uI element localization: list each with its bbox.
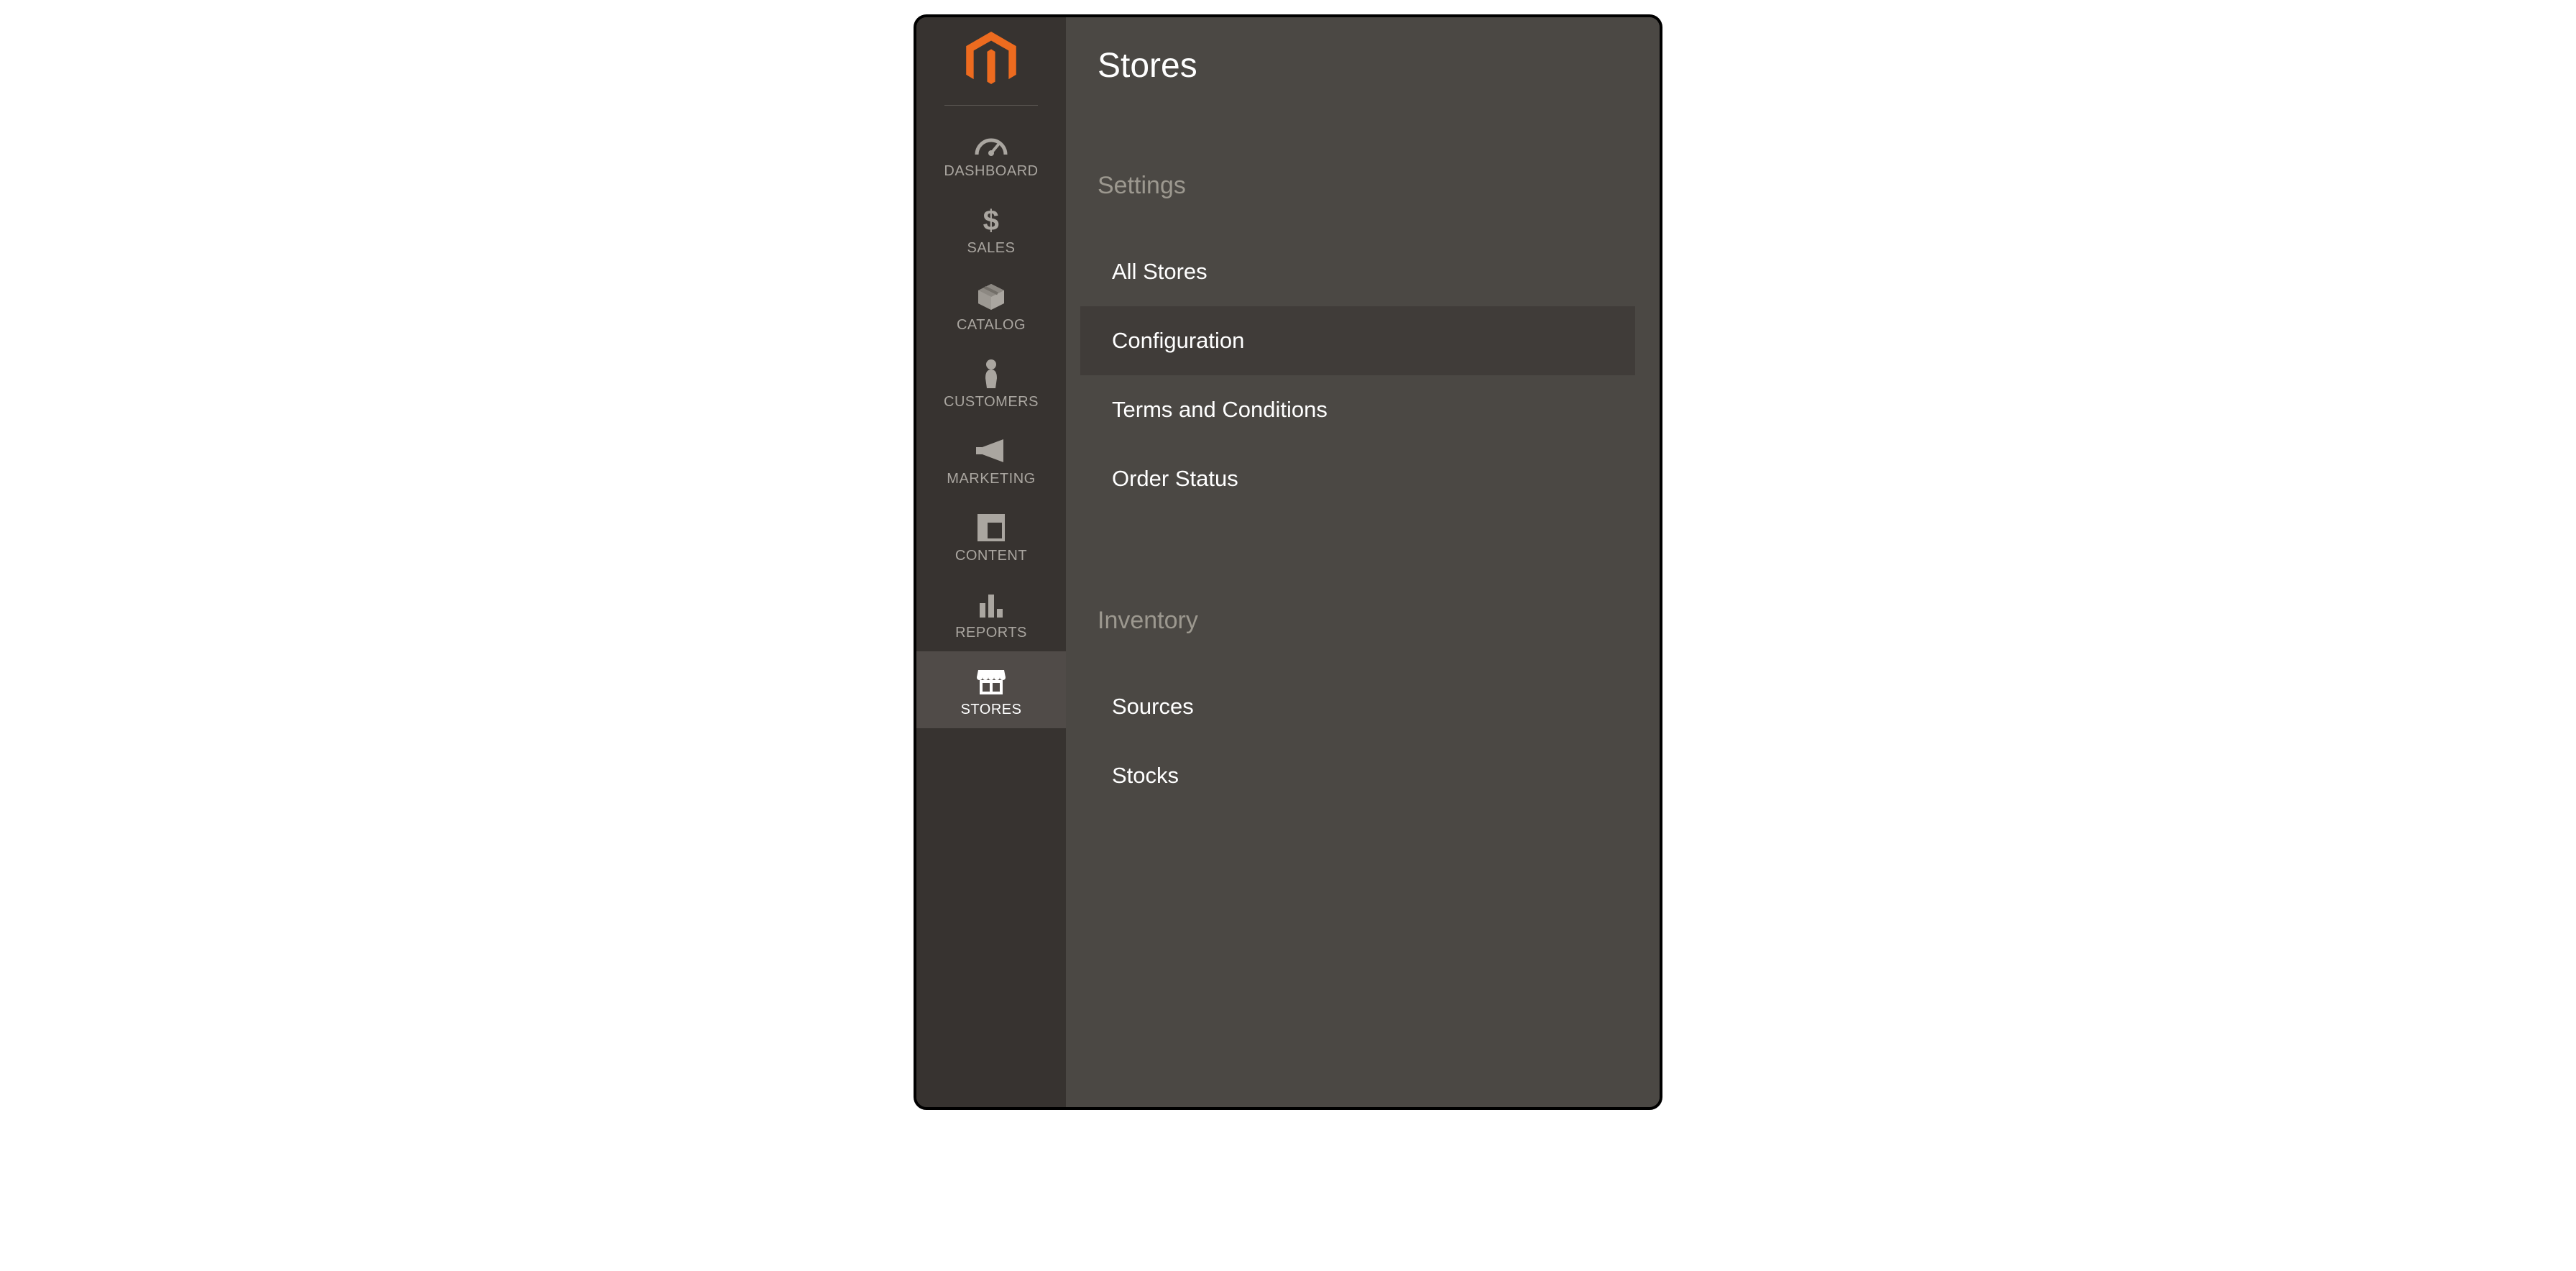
sidebar-item-stores[interactable]: STORES xyxy=(916,651,1066,728)
svg-text:$: $ xyxy=(983,205,1000,236)
stores-flyout: Stores Settings All Stores Configuration… xyxy=(1066,17,1660,1107)
sidebar-divider xyxy=(944,105,1038,106)
menu-item-stocks[interactable]: Stocks xyxy=(1080,741,1635,810)
sidebar-item-label: REPORTS xyxy=(955,625,1027,641)
dashboard-icon xyxy=(974,127,1008,159)
sidebar-item-label: MARKETING xyxy=(947,471,1035,487)
menu-item-configuration[interactable]: Configuration xyxy=(1080,306,1635,375)
bar-chart-icon xyxy=(977,589,1006,620)
section-heading-settings: Settings xyxy=(1066,172,1660,200)
megaphone-icon xyxy=(975,435,1008,467)
sidebar-item-catalog[interactable]: CATALOG xyxy=(916,267,1066,344)
section-heading-inventory: Inventory xyxy=(1066,607,1660,635)
box-icon xyxy=(975,281,1007,313)
sidebar-item-label: SALES xyxy=(967,240,1016,257)
sidebar-item-label: CATALOG xyxy=(957,317,1026,334)
admin-sidebar: DASHBOARD $ SALES CATALOG xyxy=(916,17,1066,1107)
magento-logo[interactable] xyxy=(916,32,1066,105)
storefront-icon xyxy=(975,666,1007,697)
dollar-icon: $ xyxy=(980,204,1003,236)
menu-item-terms-and-conditions[interactable]: Terms and Conditions xyxy=(1080,375,1635,444)
sidebar-item-reports[interactable]: REPORTS xyxy=(916,574,1066,651)
sidebar-item-sales[interactable]: $ SALES xyxy=(916,190,1066,267)
sidebar-item-label: CUSTOMERS xyxy=(944,394,1039,410)
sidebar-item-customers[interactable]: CUSTOMERS xyxy=(916,344,1066,421)
layout-icon xyxy=(977,512,1006,543)
person-icon xyxy=(981,358,1001,390)
menu-item-sources[interactable]: Sources xyxy=(1080,672,1635,741)
sidebar-item-label: CONTENT xyxy=(955,548,1027,564)
sidebar-item-marketing[interactable]: MARKETING xyxy=(916,421,1066,497)
sidebar-item-dashboard[interactable]: DASHBOARD xyxy=(916,113,1066,190)
admin-panel: DASHBOARD $ SALES CATALOG xyxy=(914,14,1662,1110)
sidebar-item-label: STORES xyxy=(961,702,1022,718)
sidebar-item-label: DASHBOARD xyxy=(944,163,1038,180)
flyout-title: Stores xyxy=(1066,46,1660,86)
sidebar-item-content[interactable]: CONTENT xyxy=(916,497,1066,574)
menu-item-all-stores[interactable]: All Stores xyxy=(1080,237,1635,306)
menu-item-order-status[interactable]: Order Status xyxy=(1080,444,1635,513)
